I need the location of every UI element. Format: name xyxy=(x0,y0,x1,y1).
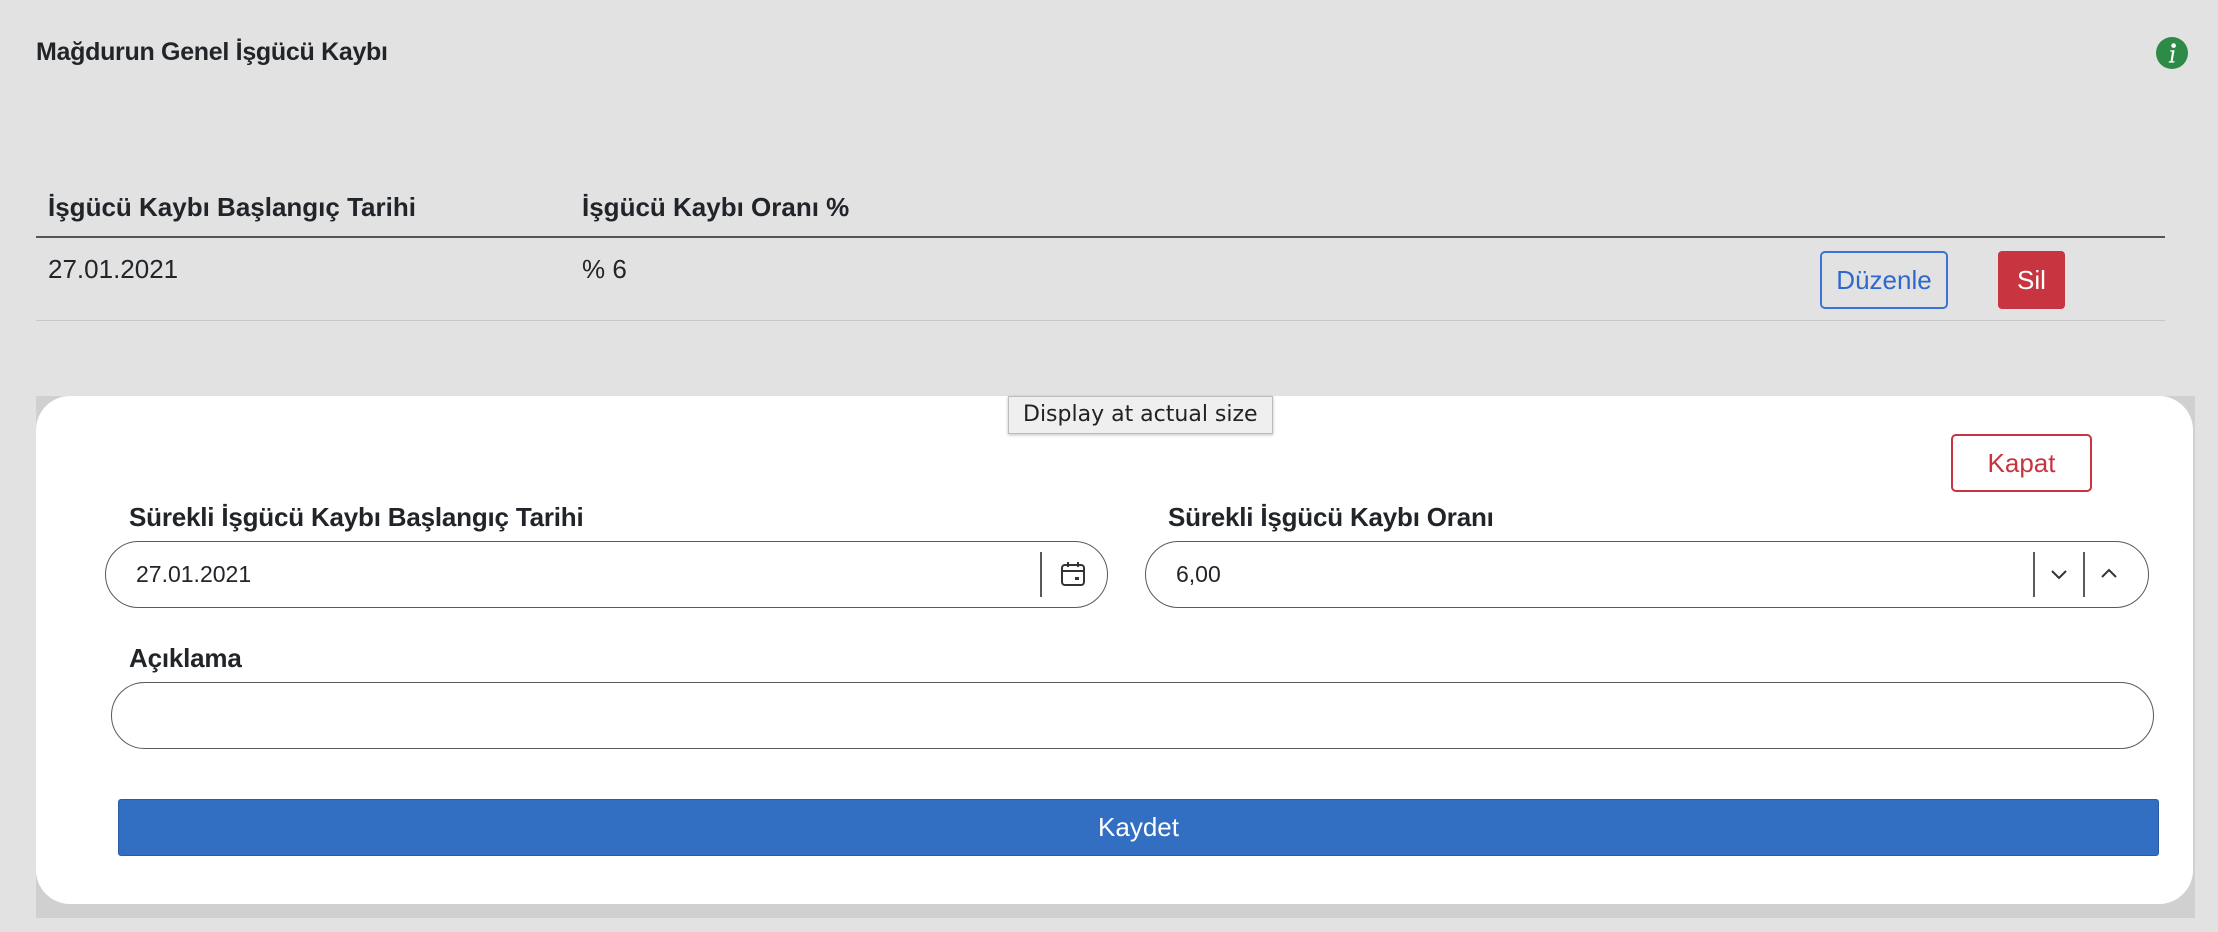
tooltip: Display at actual size xyxy=(1008,396,1273,434)
work-loss-table: İşgücü Kaybı Başlangıç Tarihi İşgücü Kay… xyxy=(36,180,2165,321)
start-date-input[interactable] xyxy=(136,542,1036,606)
decrement-button[interactable] xyxy=(2035,542,2082,606)
start-date-divider xyxy=(1040,552,1042,597)
calendar-icon xyxy=(1061,562,1085,586)
rate-input[interactable] xyxy=(1176,542,2026,606)
column-header-start-date: İşgücü Kaybı Başlangıç Tarihi xyxy=(48,192,416,222)
start-date-field xyxy=(105,541,1108,608)
info-icon[interactable] xyxy=(2156,37,2188,69)
page: Mağdurun Genel İşgücü Kaybı İşgücü Kaybı… xyxy=(0,0,2218,932)
save-button[interactable]: Kaydet xyxy=(118,799,2159,856)
chevron-up-icon xyxy=(2100,568,2117,578)
delete-button[interactable]: Sil xyxy=(1998,251,2065,309)
column-header-rate: İşgücü Kaybı Oranı % xyxy=(582,192,850,222)
rate-field xyxy=(1145,541,2149,608)
description-field xyxy=(111,682,2154,749)
description-input[interactable] xyxy=(142,683,2122,747)
cell-rate: % 6 xyxy=(582,254,627,284)
close-button[interactable]: Kapat xyxy=(1951,434,2092,492)
edit-button[interactable]: Düzenle xyxy=(1820,251,1948,309)
cell-start-date: 27.01.2021 xyxy=(48,254,179,284)
calendar-button[interactable] xyxy=(1043,542,1103,606)
panel-title: Mağdurun Genel İşgücü Kaybı xyxy=(36,38,388,66)
chevron-down-icon xyxy=(2050,570,2067,580)
description-label: Açıklama xyxy=(129,643,242,673)
table-row: 27.01.2021 % 6 Düzenle Sil xyxy=(36,238,2165,321)
rate-label: Sürekli İşgücü Kaybı Oranı xyxy=(1168,502,1494,532)
table-header: İşgücü Kaybı Başlangıç Tarihi İşgücü Kay… xyxy=(36,180,2165,238)
increment-button[interactable] xyxy=(2085,542,2132,606)
start-date-label: Sürekli İşgücü Kaybı Başlangıç Tarihi xyxy=(129,502,584,532)
